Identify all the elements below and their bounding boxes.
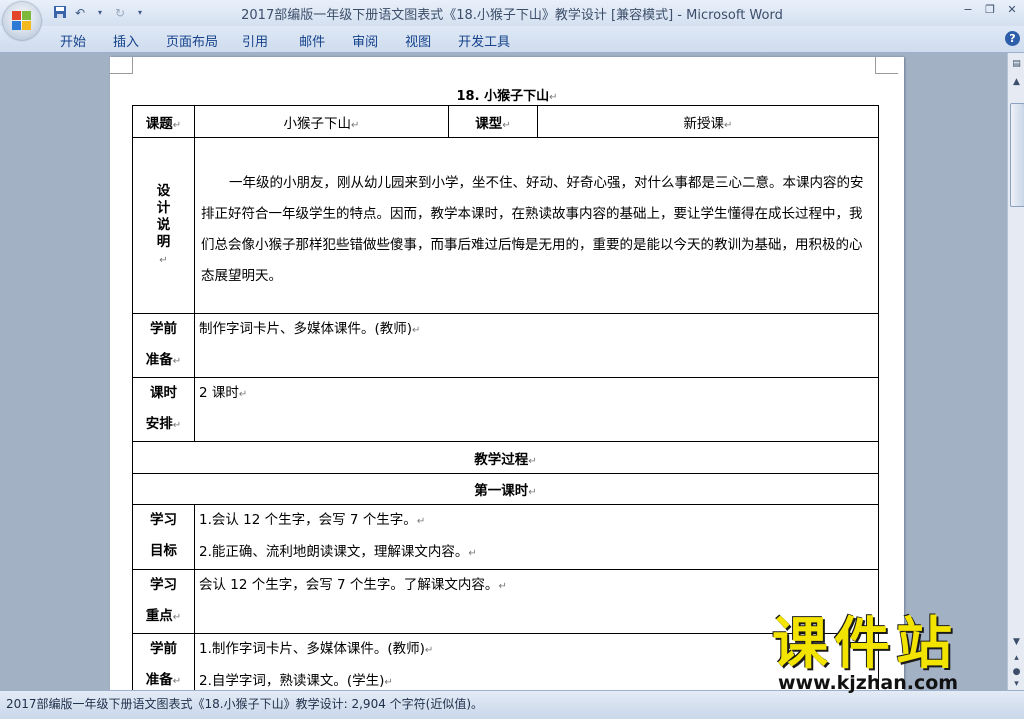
tab-insert[interactable]: 插入	[113, 30, 139, 51]
ribbon-tabs: 开始 插入 页面布局 引用 邮件 审阅 视图 开发工具 ?	[0, 26, 1024, 53]
table-row: 学前 准备↵ 制作字词卡片、多媒体课件。(教师)↵	[132, 313, 879, 378]
lesson-table: 课题↵ 小猴子下山↵ 课型↵ 新授课↵ 设计说明 ↵ 一年级的小朋友，刚从幼儿园来…	[132, 105, 879, 690]
crop-mark-left	[110, 57, 133, 74]
document-workspace: 18. 小猴子下山↵ 课题↵ 小猴子下山↵ 课型↵ 新授课↵ 设计说明 ↵ 一年级…	[0, 53, 1007, 690]
tab-mailings[interactable]: 邮件	[299, 30, 325, 51]
table-cell[interactable]: 学习 重点↵	[132, 569, 195, 634]
watermark-title: 课件站	[772, 612, 958, 677]
window-controls: − ❐ ✕	[960, 2, 1020, 18]
table-cell[interactable]: 1.会认 12 个生字，会写 7 个生字。↵ 2.能正确、流利地朗读课文，理解课…	[194, 504, 879, 570]
office-button[interactable]	[3, 2, 41, 40]
cell-value: 制作字词卡片、多媒体课件。(教师)	[199, 321, 413, 337]
table-cell[interactable]: 课型↵	[448, 105, 538, 138]
table-row: 设计说明 ↵ 一年级的小朋友，刚从幼儿园来到小学，坐不住、好动、好奇心强，对什么事…	[132, 137, 879, 314]
tab-view[interactable]: 视图	[405, 30, 431, 51]
window-title: 2017部编版一年级下册语文图表式《18.小猴子下山》教学设计 [兼容模式] -…	[0, 4, 1024, 23]
table-cell[interactable]: 新授课↵	[537, 105, 879, 138]
table-cell[interactable]: 教学过程↵	[132, 441, 879, 474]
next-page-icon[interactable]: ▾	[1009, 677, 1024, 691]
vertical-scrollbar[interactable]: ▤ ▲ ▼ ▴ ● ▾	[1007, 53, 1024, 690]
cell-label: 课题	[145, 115, 173, 132]
cell-value: 小猴子下山	[283, 115, 352, 132]
cell-value: 新授课	[683, 115, 725, 132]
crop-mark-right	[875, 57, 898, 74]
table-cell[interactable]: 课时 安排↵	[132, 377, 195, 442]
table-cell[interactable]: 设计说明 ↵	[132, 137, 195, 314]
document-heading: 18. 小猴子下山↵	[456, 89, 558, 104]
table-cell[interactable]: 第一课时↵	[132, 473, 879, 505]
tab-references[interactable]: 引用	[242, 30, 268, 51]
document-title-text: 2017部编版一年级下册语文图表式《18.小猴子下山》教学设计 [兼容模式] -	[241, 8, 682, 23]
section-heading: 教学过程	[474, 451, 529, 468]
table-row: 教学过程↵	[132, 441, 879, 474]
watermark-logo: 课件站 www.kjzhan.com	[772, 614, 1008, 696]
list-item: 1.制作字词卡片、多媒体课件。(教师)	[199, 641, 425, 657]
design-description: 一年级的小朋友，刚从幼儿园来到小学，坐不住、好动、好奇心强，对什么事都是三心二意…	[201, 175, 864, 284]
title-bar: ↶ ▾ ↻ ▾ 2017部编版一年级下册语文图表式《18.小猴子下山》教学设计 …	[0, 0, 1024, 26]
cell-label: 准备	[145, 672, 173, 688]
office-logo-icon	[12, 11, 32, 31]
tab-review[interactable]: 审阅	[352, 30, 378, 51]
cell-label: 学习	[150, 577, 177, 593]
document-page[interactable]: 18. 小猴子下山↵ 课题↵ 小猴子下山↵ 课型↵ 新授课↵ 设计说明 ↵ 一年级…	[110, 57, 904, 690]
watermark-url: www.kjzhan.com	[778, 672, 959, 694]
cell-label: 重点	[145, 608, 173, 624]
ruler-toggle-icon[interactable]: ▤	[1009, 57, 1024, 71]
list-item: 2.能正确、流利地朗读课文，理解课文内容。	[199, 544, 469, 560]
cell-label: 安排	[145, 416, 173, 432]
section-heading: 第一课时	[474, 483, 529, 499]
table-cell[interactable]: 学前 准备↵	[132, 633, 195, 690]
table-row: 课题↵ 小猴子下山↵ 课型↵ 新授课↵	[132, 105, 879, 138]
close-icon[interactable]: ✕	[1004, 2, 1020, 18]
table-cell[interactable]: 制作字词卡片、多媒体课件。(教师)↵	[194, 313, 879, 378]
scroll-thumb[interactable]	[1010, 103, 1024, 207]
table-row: 学习 重点↵ 会认 12 个生字，会写 7 个生字。了解课文内容。↵	[132, 569, 879, 634]
previous-page-icon[interactable]: ▴	[1009, 651, 1024, 665]
restore-icon[interactable]: ❐	[982, 2, 998, 18]
list-item: 1.会认 12 个生字，会写 7 个生字。	[199, 512, 417, 528]
cell-value: 2 课时	[199, 385, 239, 401]
cell-label: 课型	[475, 115, 503, 132]
table-cell[interactable]: 学前 准备↵	[132, 313, 195, 378]
tab-developer[interactable]: 开发工具	[458, 30, 510, 51]
table-cell[interactable]: 一年级的小朋友，刚从幼儿园来到小学，坐不住、好动、好奇心强，对什么事都是三心二意…	[194, 137, 879, 314]
table-row: 学习 目标 1.会认 12 个生字，会写 7 个生字。↵ 2.能正确、流利地朗读…	[132, 504, 879, 570]
table-cell[interactable]: 2 课时↵	[194, 377, 879, 442]
scroll-up-icon[interactable]: ▲	[1009, 75, 1024, 89]
cell-label: 学前	[150, 641, 177, 657]
cell-label: 设计说明	[156, 182, 171, 250]
tab-page-layout[interactable]: 页面布局	[166, 30, 218, 51]
table-row: 课时 安排↵ 2 课时↵	[132, 377, 879, 442]
status-text: 2017部编版一年级下册语文图表式《18.小猴子下山》教学设计: 2,904 个…	[6, 697, 484, 711]
table-row: 第一课时↵	[132, 473, 879, 505]
table-row: 学前 准备↵ 1.制作字词卡片、多媒体课件。(教师)↵ 2.自学字词，熟读课文。…	[132, 633, 879, 690]
cell-value: 会认 12 个生字，会写 7 个生字。了解课文内容。	[199, 577, 499, 593]
app-name: Microsoft Word	[686, 8, 783, 23]
table-cell[interactable]: 课题↵	[132, 105, 195, 138]
table-cell[interactable]: 小猴子下山↵	[194, 105, 449, 138]
cell-label: 目标	[150, 543, 177, 559]
ribbon-tab-list: 开始 插入 页面布局 引用 邮件 审阅 视图 开发工具	[60, 30, 510, 51]
help-icon[interactable]: ?	[1005, 31, 1020, 46]
scroll-down-icon[interactable]: ▼	[1009, 635, 1024, 649]
list-item: 2.自学字词，熟读课文。(学生)	[199, 673, 385, 689]
cell-label: 学前	[150, 321, 177, 337]
cell-label: 学习	[150, 512, 177, 528]
heading-text: 18. 小猴子下山	[456, 89, 550, 104]
cell-label: 准备	[145, 352, 173, 368]
minimize-icon[interactable]: −	[960, 2, 976, 18]
table-cell[interactable]: 学习 目标	[132, 504, 195, 570]
tab-home[interactable]: 开始	[60, 30, 86, 51]
cell-label: 课时	[150, 385, 177, 401]
